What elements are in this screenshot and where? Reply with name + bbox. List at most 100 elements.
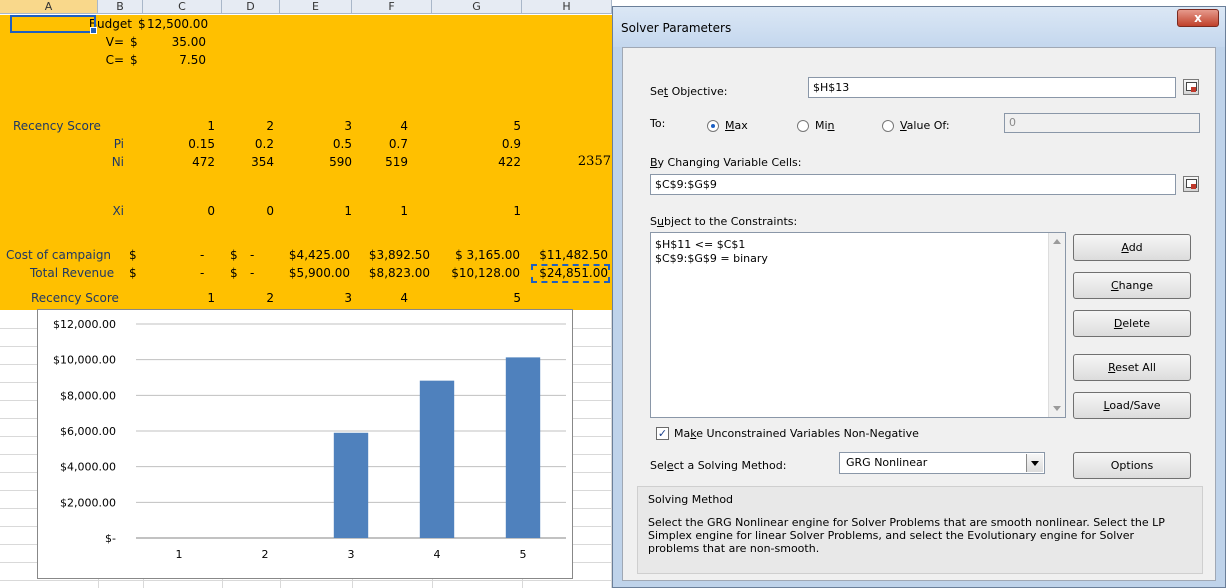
cost-c[interactable]: -	[200, 246, 204, 264]
collapse-dialog-icon[interactable]	[1183, 79, 1199, 95]
constraint-item[interactable]: $H$11 <= $C$1	[655, 238, 745, 251]
ni-total[interactable]: 2357	[522, 153, 611, 171]
c-currency: $	[130, 53, 138, 67]
collapse-dialog-icon-2[interactable]	[1183, 176, 1199, 192]
solving-method-label: Select a Solving Method:	[650, 459, 787, 472]
cost-h[interactable]: $11,482.50	[522, 246, 608, 264]
column-header-h[interactable]: H	[522, 0, 612, 14]
bar-3[interactable]	[333, 432, 369, 538]
set-objective-input[interactable]: $H$13	[808, 77, 1176, 98]
ni-g[interactable]: 422	[432, 153, 521, 171]
ni-label: Ni	[111, 155, 124, 169]
dialog-titlebar[interactable]: Solver Parameters x	[613, 7, 1225, 47]
max-radio-label[interactable]: Max	[725, 119, 748, 132]
add-button[interactable]: Add	[1073, 234, 1191, 261]
column-header-e[interactable]: E	[280, 0, 352, 14]
ni-c[interactable]: 472	[143, 153, 215, 171]
xi-c[interactable]: 0	[143, 202, 215, 220]
bar-4[interactable]	[419, 380, 455, 538]
pi-label: Pi	[113, 137, 124, 151]
min-radio[interactable]	[797, 120, 809, 132]
nonnegative-label[interactable]: Make Unconstrained Variables Non-Negativ…	[674, 427, 919, 440]
pi-e[interactable]: 0.5	[280, 135, 352, 153]
rev-e[interactable]: $5,900.00	[280, 264, 350, 282]
rev-g[interactable]: $10,128.00	[432, 264, 520, 282]
value-of-input[interactable]: 0	[1004, 113, 1200, 133]
column-header-c[interactable]: C	[143, 0, 222, 14]
column-header-d[interactable]: D	[222, 0, 280, 14]
options-button[interactable]: Options	[1073, 452, 1191, 479]
constraint-item[interactable]: $C$9:$G$9 = binary	[655, 252, 768, 265]
constraints-label: Subject to the Constraints:	[650, 215, 798, 228]
options-button-label: Options	[1110, 459, 1154, 472]
recency-c[interactable]: 1	[143, 117, 215, 135]
bar-5[interactable]	[505, 357, 541, 538]
value-of-label[interactable]: Value Of:	[900, 119, 950, 132]
xi-e[interactable]: 1	[280, 202, 352, 220]
cost-e[interactable]: $4,425.00	[280, 246, 350, 264]
constraints-list[interactable]: $H$11 <= $C$1 $C$9:$G$9 = binary	[650, 232, 1066, 418]
pi-d[interactable]: 0.2	[222, 135, 274, 153]
recency-g[interactable]: 5	[432, 117, 521, 135]
ni-d[interactable]: 354	[222, 153, 274, 171]
value-of-radio[interactable]	[882, 120, 894, 132]
recency2-g[interactable]: 5	[432, 289, 521, 307]
changing-cells-input[interactable]: $C$9:$G$9	[650, 174, 1176, 195]
pi-g[interactable]: 0.9	[432, 135, 521, 153]
recency2-e[interactable]: 3	[280, 289, 352, 307]
column-header-a[interactable]: A	[0, 0, 98, 14]
solving-method-description: Select the GRG Nonlinear engine for Solv…	[648, 516, 1165, 555]
recency-f[interactable]: 4	[352, 117, 408, 135]
recency2-d[interactable]: 2	[222, 289, 274, 307]
y-tick-label: $4,000.00	[60, 461, 116, 474]
ni-e[interactable]: 590	[280, 153, 352, 171]
pi-c[interactable]: 0.15	[143, 135, 215, 153]
change-button-label: Change	[1110, 279, 1154, 292]
rev-c[interactable]: -	[200, 264, 204, 282]
column-header-b[interactable]: B	[98, 0, 143, 14]
min-radio-label[interactable]: Min	[815, 119, 835, 132]
fill-handle[interactable]	[90, 27, 97, 34]
max-radio[interactable]	[707, 120, 719, 132]
rev-d[interactable]: -	[250, 264, 254, 282]
recency2-f[interactable]: 4	[352, 289, 408, 307]
revenue-label: Total Revenue	[30, 266, 115, 280]
chevron-down-icon[interactable]	[1026, 454, 1043, 472]
reset-all-button[interactable]: Reset All	[1073, 354, 1191, 381]
constraints-scrollbar[interactable]	[1048, 233, 1065, 417]
change-button[interactable]: Change	[1073, 272, 1191, 299]
xi-f[interactable]: 1	[352, 202, 408, 220]
column-header-g[interactable]: G	[432, 0, 522, 14]
solver-parameters-dialog: Solver Parameters x Set Objective: $H$13…	[612, 6, 1226, 588]
scroll-down-icon[interactable]	[1053, 406, 1061, 411]
y-tick-label: $6,000.00	[60, 425, 116, 438]
close-button[interactable]: x	[1177, 9, 1219, 27]
load-save-button[interactable]: Load/Save	[1073, 392, 1191, 419]
revenue-bar-chart[interactable]: $- $2,000.00 $4,000.00 $6,000.00 $8,000.00 $1…	[37, 309, 573, 579]
delete-button[interactable]: Delete	[1073, 310, 1191, 337]
rev-f[interactable]: $8,823.00	[352, 264, 430, 282]
recency-d[interactable]: 2	[222, 117, 274, 135]
pi-f[interactable]: 0.7	[352, 135, 408, 153]
column-header-f[interactable]: F	[352, 0, 432, 14]
active-cell-cursor[interactable]	[10, 15, 97, 34]
cost-f[interactable]: $3,892.50	[352, 246, 430, 264]
recency-e[interactable]: 3	[280, 117, 352, 135]
cost-g[interactable]: $ 3,165.00	[432, 246, 520, 264]
v-value[interactable]: 35.00	[143, 33, 206, 51]
copy-marquee	[531, 264, 610, 283]
scroll-up-icon[interactable]	[1053, 239, 1061, 244]
xi-d[interactable]: 0	[222, 202, 274, 220]
nonnegative-checkbox[interactable]: ✓	[656, 427, 669, 440]
recency2-c[interactable]: 1	[143, 289, 215, 307]
c-value[interactable]: 7.50	[143, 51, 206, 69]
v-currency: $	[130, 35, 138, 49]
xi-g[interactable]: 1	[432, 202, 521, 220]
ni-f[interactable]: 519	[352, 153, 408, 171]
solving-method-select[interactable]: GRG Nonlinear	[839, 452, 1045, 474]
reset-all-button-label: Reset All	[1108, 361, 1156, 374]
budget-currency: $	[138, 17, 146, 31]
c-label: C=	[105, 53, 124, 67]
budget-value[interactable]: 12,500.00	[147, 15, 208, 33]
cost-d[interactable]: -	[250, 246, 254, 264]
